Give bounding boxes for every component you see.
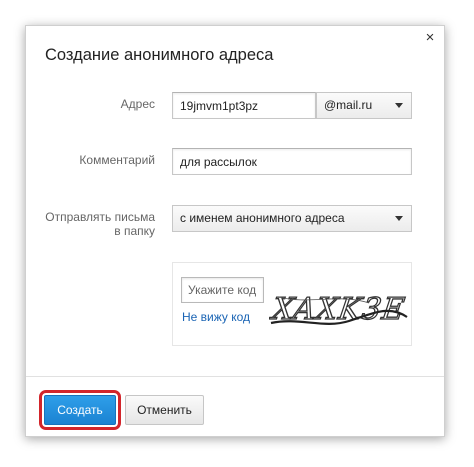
domain-select-value: @mail.ru (324, 98, 373, 112)
captcha-refresh-link[interactable]: Не вижу код (182, 310, 250, 324)
address-input[interactable] (172, 92, 316, 119)
folder-label-line2: в папку (114, 224, 155, 238)
anonymous-address-dialog: × Создание анонимного адреса Адрес @mail… (25, 25, 445, 437)
create-button[interactable]: Создать (44, 395, 116, 425)
captcha-image: XAXK3E (269, 291, 408, 327)
dialog-title: Создание анонимного адреса (45, 46, 274, 64)
captcha-panel: Не вижу код XAXK3E (172, 262, 412, 346)
comment-input[interactable] (172, 148, 412, 175)
dialog-footer-divider (26, 376, 444, 377)
folder-label: Отправлять письма в папку (45, 210, 155, 238)
cancel-button[interactable]: Отменить (125, 395, 204, 425)
chevron-down-icon (395, 103, 403, 108)
captcha-input[interactable] (181, 277, 264, 303)
comment-label: Комментарий (79, 153, 155, 167)
chevron-down-icon (395, 216, 403, 221)
domain-select[interactable]: @mail.ru (316, 92, 412, 119)
folder-select[interactable]: с именем анонимного адреса (172, 205, 412, 232)
close-icon[interactable]: × (422, 30, 438, 46)
address-label: Адрес (120, 97, 155, 111)
folder-select-value: с именем анонимного адреса (180, 211, 345, 225)
folder-label-line1: Отправлять письма (45, 210, 155, 224)
